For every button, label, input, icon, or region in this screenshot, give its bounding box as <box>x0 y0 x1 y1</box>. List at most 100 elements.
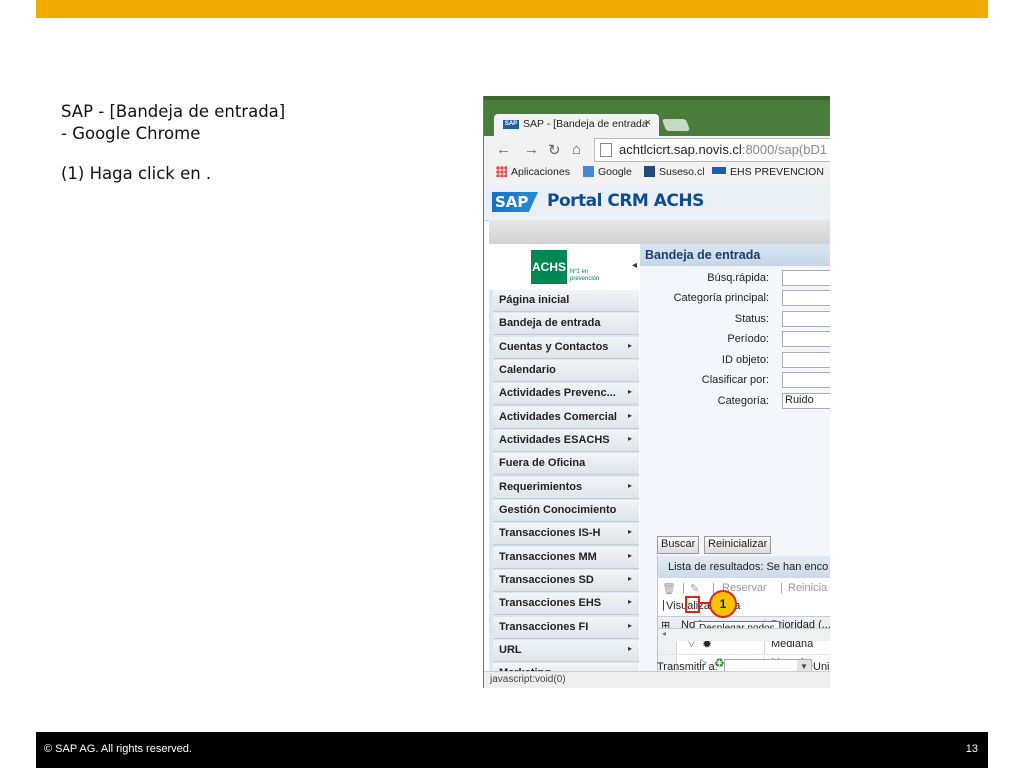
slide-instruction: (1) Haga click en . <box>61 164 212 183</box>
slide-title-line1: SAP - [Bandeja de entrada] <box>61 102 286 121</box>
field-input[interactable] <box>782 270 830 286</box>
field-input[interactable] <box>782 311 830 327</box>
sidebar-item-label: Página inicial <box>499 294 570 306</box>
search-form-row: ID objeto: <box>640 352 830 370</box>
submenu-arrow-icon: ▸ <box>627 573 632 583</box>
search-button[interactable]: Buscar <box>657 536 700 554</box>
footer-copyright: © SAP AG. All rights reserved. <box>44 743 192 755</box>
browser-status-bar: javascript:void(0) <box>484 671 830 688</box>
accent-bar <box>36 0 988 18</box>
home-icon[interactable]: ⌂ <box>572 141 581 158</box>
search-form-row: Status: <box>640 311 830 329</box>
sidebar-item[interactable]: Bandeja de entrada <box>493 313 639 336</box>
delete-icon[interactable]: 🗑 <box>662 582 676 595</box>
sidebar-item-label: Bandeja de entrada <box>499 317 601 330</box>
nav-menu: Página inicial Bandeja de entrada Cuentas … <box>493 290 639 687</box>
sidebar-item[interactable]: Fuera de Oficina <box>493 453 639 476</box>
sidebar-item-label: Transacciones EHS <box>499 597 602 610</box>
field-input[interactable] <box>782 331 830 347</box>
submenu-arrow-icon: ▸ <box>627 480 632 490</box>
sidebar-item-label: Cuentas y Contactos <box>499 340 609 353</box>
portal-header: SAP Portal CRM ACHS <box>484 184 830 221</box>
field-label: Período: <box>727 333 769 345</box>
url-path: :8000/sap(bD1 <box>741 142 828 157</box>
sidebar-item[interactable]: Transacciones SD ▸ <box>493 569 639 592</box>
sidebar-item[interactable]: Transacciones FI ▸ <box>493 616 639 639</box>
back-icon[interactable]: ← <box>496 141 511 158</box>
collapse-sidebar-icon[interactable]: ◂ <box>632 260 637 271</box>
search-form-row: Categoría principal: <box>640 290 830 308</box>
field-input[interactable]: Ruido <box>782 393 830 409</box>
sidebar-item[interactable]: Requerimientos ▸ <box>493 476 639 499</box>
field-label: Categoría principal: <box>673 292 769 304</box>
sap-logo: SAP <box>492 192 538 212</box>
sidebar-item-label: Transacciones IS-H <box>499 527 601 540</box>
reinit-button[interactable]: Reinicia <box>788 582 827 594</box>
field-label: Clasificar por: <box>701 374 769 386</box>
sidebar-item[interactable]: URL ▸ <box>493 639 639 662</box>
highlight-box <box>685 596 700 613</box>
new-tab-button[interactable] <box>661 119 691 131</box>
sidebar-item-label: Calendario <box>499 363 556 376</box>
sidebar-item-label: Actividades Comercial <box>499 410 617 423</box>
results-toolbar: 🗑 | ✎ | Reservar | Reinicia <box>662 582 828 595</box>
bookmark-google[interactable]: Google <box>583 166 632 178</box>
view-table-button[interactable]: | Visualizar tabla <box>662 599 740 612</box>
field-label: Búsq.rápida: <box>707 272 769 284</box>
bookmark-ehs[interactable]: EHS PREVENCION <box>712 166 824 178</box>
reload-icon[interactable]: ↻ <box>548 141 561 159</box>
sidebar-item[interactable]: Actividades Comercial ▸ <box>493 406 639 429</box>
sidebar-item[interactable]: Gestión Conocimiento <box>493 499 639 522</box>
edit-icon[interactable]: ✎ <box>690 582 699 595</box>
bookmarks-bar: Aplicaciones Google Suseso.cl EHS PREVEN… <box>484 162 830 185</box>
sidebar-item-label: Transacciones MM <box>499 550 597 563</box>
field-input[interactable] <box>782 352 830 368</box>
field-input[interactable] <box>782 372 830 388</box>
search-form-row: Período: <box>640 331 830 349</box>
sidebar-item[interactable]: Actividades Prevenc... ▸ <box>493 383 639 406</box>
sidebar-item[interactable]: Página inicial <box>493 290 639 312</box>
page-icon <box>600 143 612 157</box>
slide-title-line2: - Google Chrome <box>61 124 201 143</box>
tab-title: SAP - [Bandeja de entrada <box>523 118 648 130</box>
chrome-tab-strip: SAP SAP - [Bandeja de entrada × <box>484 96 830 136</box>
navigation-sidebar: ACHS Nº1 en prevención ◂ Página inicial Ba… <box>489 244 639 688</box>
search-form-row: Clasificar por: <box>640 372 830 390</box>
submenu-arrow-icon: ▸ <box>627 433 632 443</box>
submenu-arrow-icon: ▸ <box>627 410 632 420</box>
address-bar[interactable]: achtlcicrt.sap.novis.cl:8000/sap(bD1 <box>594 138 830 162</box>
sidebar-item[interactable]: Transacciones MM ▸ <box>493 546 639 569</box>
submenu-arrow-icon: ▸ <box>627 597 632 607</box>
sidebar-item[interactable]: Actividades ESACHS ▸ <box>493 429 639 452</box>
portal-title: Portal CRM ACHS <box>547 191 704 211</box>
field-input[interactable] <box>782 290 830 306</box>
sidebar-item[interactable]: Cuentas y Contactos ▸ <box>493 336 639 359</box>
bookmark-suseso[interactable]: Suseso.cl <box>644 166 705 178</box>
sidebar-item[interactable]: Transacciones EHS ▸ <box>493 593 639 616</box>
submenu-arrow-icon: ▸ <box>627 340 632 350</box>
achs-logo: ACHS <box>531 250 567 284</box>
bookmark-apps[interactable]: Aplicaciones <box>496 166 570 178</box>
suseso-icon <box>644 166 655 177</box>
sidebar-item-label: Transacciones SD <box>499 573 594 586</box>
sidebar-item[interactable]: Calendario <box>493 359 639 382</box>
reset-button[interactable]: Reinicializar <box>704 536 772 554</box>
horizontal-scrollbar[interactable]: ◂ <box>658 628 830 641</box>
field-label: Categoría: <box>717 395 769 407</box>
submenu-arrow-icon: ▸ <box>627 550 632 560</box>
navigation-bar: ← → ↻ ⌂ achtlcicrt.sap.novis.cl:8000/sap… <box>484 136 830 162</box>
forward-icon[interactable]: → <box>524 141 539 158</box>
browser-tab[interactable]: SAP SAP - [Bandeja de entrada × <box>494 114 659 136</box>
sidebar-item-label: URL <box>499 643 522 656</box>
sidebar-item-label: Fuera de Oficina <box>499 457 586 470</box>
tab-close-icon[interactable]: × <box>645 117 651 129</box>
sap-favicon-icon: SAP <box>503 120 519 129</box>
sidebar-item[interactable]: Transacciones IS-H ▸ <box>493 523 639 546</box>
scroll-left-icon[interactable]: ◂ <box>662 629 666 638</box>
results-header: Lista de resultados: Se han enco <box>658 556 830 578</box>
status-text: javascript:void(0) <box>490 674 566 685</box>
sidebar-item-label: Transacciones FI <box>499 620 589 633</box>
sidebar-item-label: Actividades Prevenc... <box>499 387 616 400</box>
sidebar-item-label: Gestión Conocimiento <box>499 503 617 516</box>
browser-screenshot: SAP SAP - [Bandeja de entrada × ← → ↻ ⌂ … <box>483 96 830 688</box>
